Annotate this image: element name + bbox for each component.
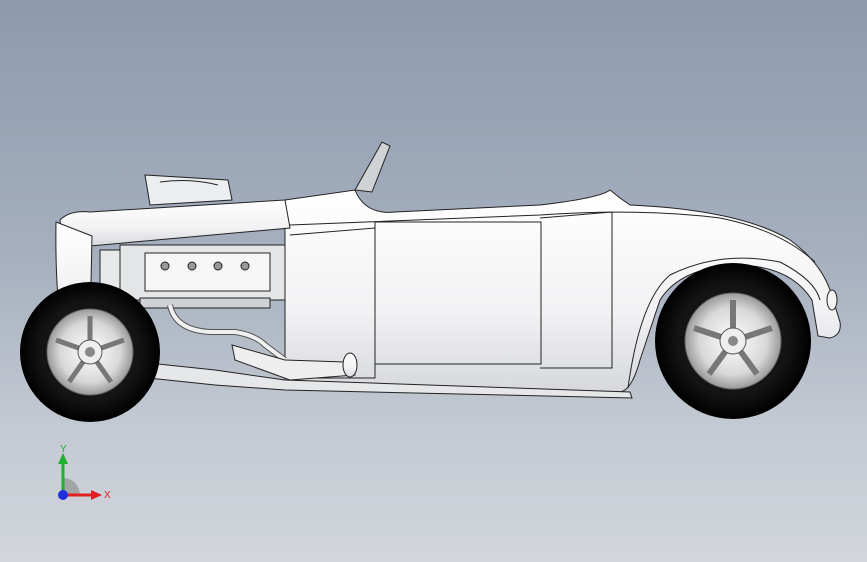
coordinate-triad: Y X [58,444,111,501]
engine [119,244,286,309]
x-axis-label: X [104,490,111,501]
windshield [354,141,391,193]
z-axis-icon [58,490,68,500]
taillight [826,289,838,311]
exhaust-headers-fill [168,304,287,362]
cad-viewport[interactable] [0,0,867,562]
hood [59,199,291,247]
y-axis-label: Y [60,444,67,455]
x-arrow-icon [91,490,102,500]
rear-wheel[interactable] [655,263,811,419]
front-wheel[interactable] [20,282,160,422]
pipe-tip [342,352,358,378]
blower-scoop [144,174,233,206]
